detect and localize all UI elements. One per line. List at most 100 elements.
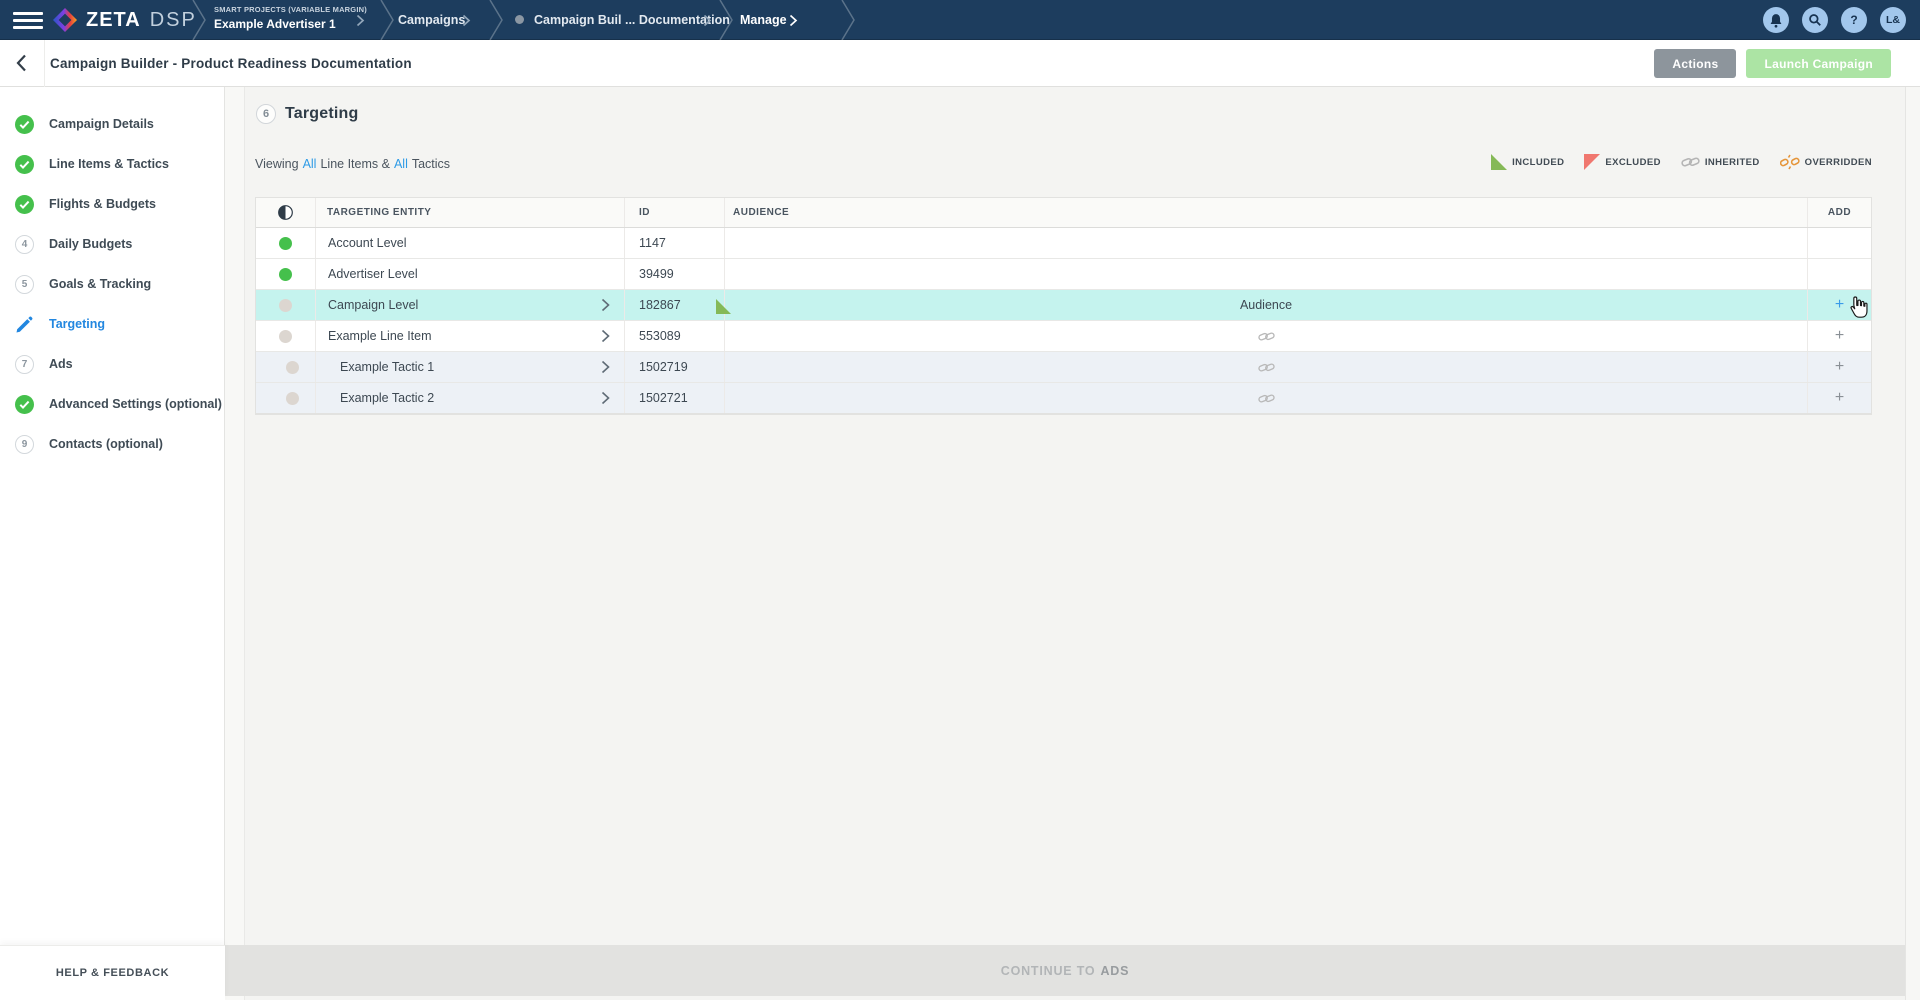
check-circle-icon	[15, 195, 34, 214]
breadcrumb-advertiser[interactable]: SMART PROJECTS (VARIABLE MARGIN) Example…	[214, 5, 367, 31]
sidebar-item-targeting[interactable]: Targeting	[0, 304, 225, 344]
sidebar-item-label: Goals & Tracking	[49, 277, 151, 291]
chevron-right-icon[interactable]	[356, 14, 365, 27]
step-number-icon: 7	[15, 355, 34, 374]
add-targeting-button[interactable]: +	[1835, 328, 1844, 344]
content-gutter	[225, 87, 245, 1000]
entity-id: 553089	[625, 321, 725, 351]
chevron-right-icon[interactable]	[462, 14, 471, 27]
audience-chip[interactable]: Audience	[1240, 298, 1292, 312]
breadcrumb-manage[interactable]: Manage	[740, 0, 787, 40]
table-row-example-tactic-1[interactable]: Example Tactic 1 1502719 +	[256, 352, 1871, 383]
column-header-add: ADD	[1808, 198, 1871, 227]
help-feedback-button[interactable]: HELP & FEEDBACK	[0, 945, 225, 1000]
column-header-audience: AUDIENCE	[725, 198, 1808, 227]
top-navigation-bar: ZETA DSP SMART PROJECTS (VARIABLE MARGIN…	[0, 0, 1920, 40]
check-circle-icon	[15, 155, 34, 174]
help-icon[interactable]: ?	[1841, 7, 1867, 33]
inherited-chain-link-icon	[1258, 392, 1275, 405]
add-targeting-button[interactable]: +	[1835, 390, 1844, 406]
sidebar-item-ads[interactable]: 7 Ads	[0, 344, 225, 384]
entity-id: 182867	[625, 290, 725, 320]
status-dot	[286, 361, 299, 374]
all-line-items-link[interactable]: All	[303, 157, 317, 171]
breadcrumb-campaign-builder[interactable]: Campaign Buil ... Documentation	[534, 0, 730, 40]
pencil-edit-icon	[15, 315, 34, 334]
table-header-row: TARGETING ENTITY ID AUDIENCE ADD	[256, 198, 1871, 228]
zeta-dsp-logo[interactable]: ZETA DSP	[52, 7, 197, 33]
legend-excluded: EXCLUDED	[1584, 154, 1660, 170]
entity-label: Example Tactic 2	[340, 391, 434, 405]
sidebar-item-advanced-settings[interactable]: Advanced Settings (optional)	[0, 384, 225, 424]
chevron-right-icon[interactable]	[703, 14, 712, 27]
sidebar-item-label: Targeting	[49, 317, 105, 331]
step-number-badge: 6	[256, 104, 276, 124]
table-row-account-level[interactable]: Account Level 1147	[256, 228, 1871, 259]
launch-campaign-button[interactable]: Launch Campaign	[1746, 49, 1891, 78]
help-glyph: ?	[1850, 13, 1857, 27]
sidebar-item-line-items-tactics[interactable]: Line Items & Tactics	[0, 144, 225, 184]
notifications-bell-icon[interactable]	[1763, 7, 1789, 33]
entity-label: Advertiser Level	[328, 267, 418, 281]
scrollbar-track[interactable]	[1905, 87, 1920, 1000]
legend-label: OVERRIDDEN	[1805, 157, 1872, 168]
sidebar-item-label: Contacts (optional)	[49, 437, 163, 451]
sidebar-item-contacts[interactable]: 9 Contacts (optional)	[0, 424, 225, 464]
legend-inherited: INHERITED	[1681, 155, 1760, 169]
broken-chain-icon	[1780, 154, 1800, 170]
legend-label: EXCLUDED	[1605, 157, 1660, 168]
breadcrumb-separator	[192, 0, 206, 40]
entity-label: Example Tactic 1	[340, 360, 434, 374]
entity-label: Account Level	[328, 236, 407, 250]
breadcrumb-advertiser-label: Example Advertiser 1	[214, 17, 367, 31]
entity-id: 1502719	[625, 352, 725, 382]
add-targeting-button[interactable]: +	[1835, 297, 1844, 313]
expand-chevron-icon[interactable]	[601, 360, 610, 374]
breadcrumb-project-eyebrow: SMART PROJECTS (VARIABLE MARGIN)	[214, 5, 367, 14]
entity-label: Campaign Level	[328, 298, 418, 312]
half-circle-toggle-icon[interactable]	[278, 205, 293, 220]
sidebar-item-goals-tracking[interactable]: 5 Goals & Tracking	[0, 264, 225, 304]
column-header-id: ID	[625, 198, 725, 227]
page-title: Campaign Builder - Product Readiness Doc…	[50, 40, 412, 87]
add-targeting-button[interactable]: +	[1835, 359, 1844, 375]
table-row-example-tactic-2[interactable]: Example Tactic 2 1502721 +	[256, 383, 1871, 414]
targeting-table: TARGETING ENTITY ID AUDIENCE ADD Account…	[255, 197, 1872, 415]
table-row-example-line-item[interactable]: Example Line Item 553089 +	[256, 321, 1871, 352]
status-dot	[279, 299, 292, 312]
sidebar-item-flights-budgets[interactable]: Flights & Budgets	[0, 184, 225, 224]
inherited-chain-link-icon	[1258, 330, 1275, 343]
continue-to-ads-button[interactable]: CONTINUE TO ADS	[225, 945, 1905, 996]
actions-button[interactable]: Actions	[1654, 49, 1736, 78]
step-number-icon: 5	[15, 275, 34, 294]
sidebar-item-campaign-details[interactable]: Campaign Details	[0, 104, 225, 144]
wizard-sidebar: Campaign Details Line Items & Tactics Fl…	[0, 87, 225, 1000]
check-circle-icon	[15, 115, 34, 134]
logo-product-text: DSP	[150, 9, 197, 32]
all-tactics-link[interactable]: All	[394, 157, 408, 171]
step-number-icon: 4	[15, 235, 34, 254]
expand-chevron-icon[interactable]	[601, 329, 610, 343]
chevron-right-icon[interactable]	[789, 14, 798, 27]
entity-id: 39499	[625, 259, 725, 289]
back-chevron-icon[interactable]	[16, 54, 27, 72]
expand-chevron-icon[interactable]	[601, 298, 610, 312]
sidebar-item-daily-budgets[interactable]: 4 Daily Budgets	[0, 224, 225, 264]
search-icon[interactable]	[1802, 7, 1828, 33]
sidebar-item-label: Campaign Details	[49, 117, 154, 131]
chain-link-icon	[1681, 155, 1700, 169]
sidebar-item-label: Daily Budgets	[49, 237, 132, 251]
included-triangle-icon	[716, 299, 731, 314]
breadcrumb-separator	[841, 0, 855, 40]
continue-prefix: CONTINUE TO	[1001, 964, 1096, 978]
breadcrumb-campaigns[interactable]: Campaigns	[398, 0, 465, 40]
table-row-campaign-level[interactable]: Campaign Level 182867 Audience +	[256, 290, 1871, 321]
check-circle-icon	[15, 395, 34, 414]
expand-chevron-icon[interactable]	[601, 391, 610, 405]
avatar[interactable]: L&	[1880, 7, 1906, 33]
viewing-prefix: Viewing	[255, 157, 299, 171]
breadcrumb-separator	[489, 0, 503, 40]
status-dot	[286, 392, 299, 405]
hamburger-menu-icon[interactable]	[13, 12, 43, 28]
table-row-advertiser-level[interactable]: Advertiser Level 39499	[256, 259, 1871, 290]
